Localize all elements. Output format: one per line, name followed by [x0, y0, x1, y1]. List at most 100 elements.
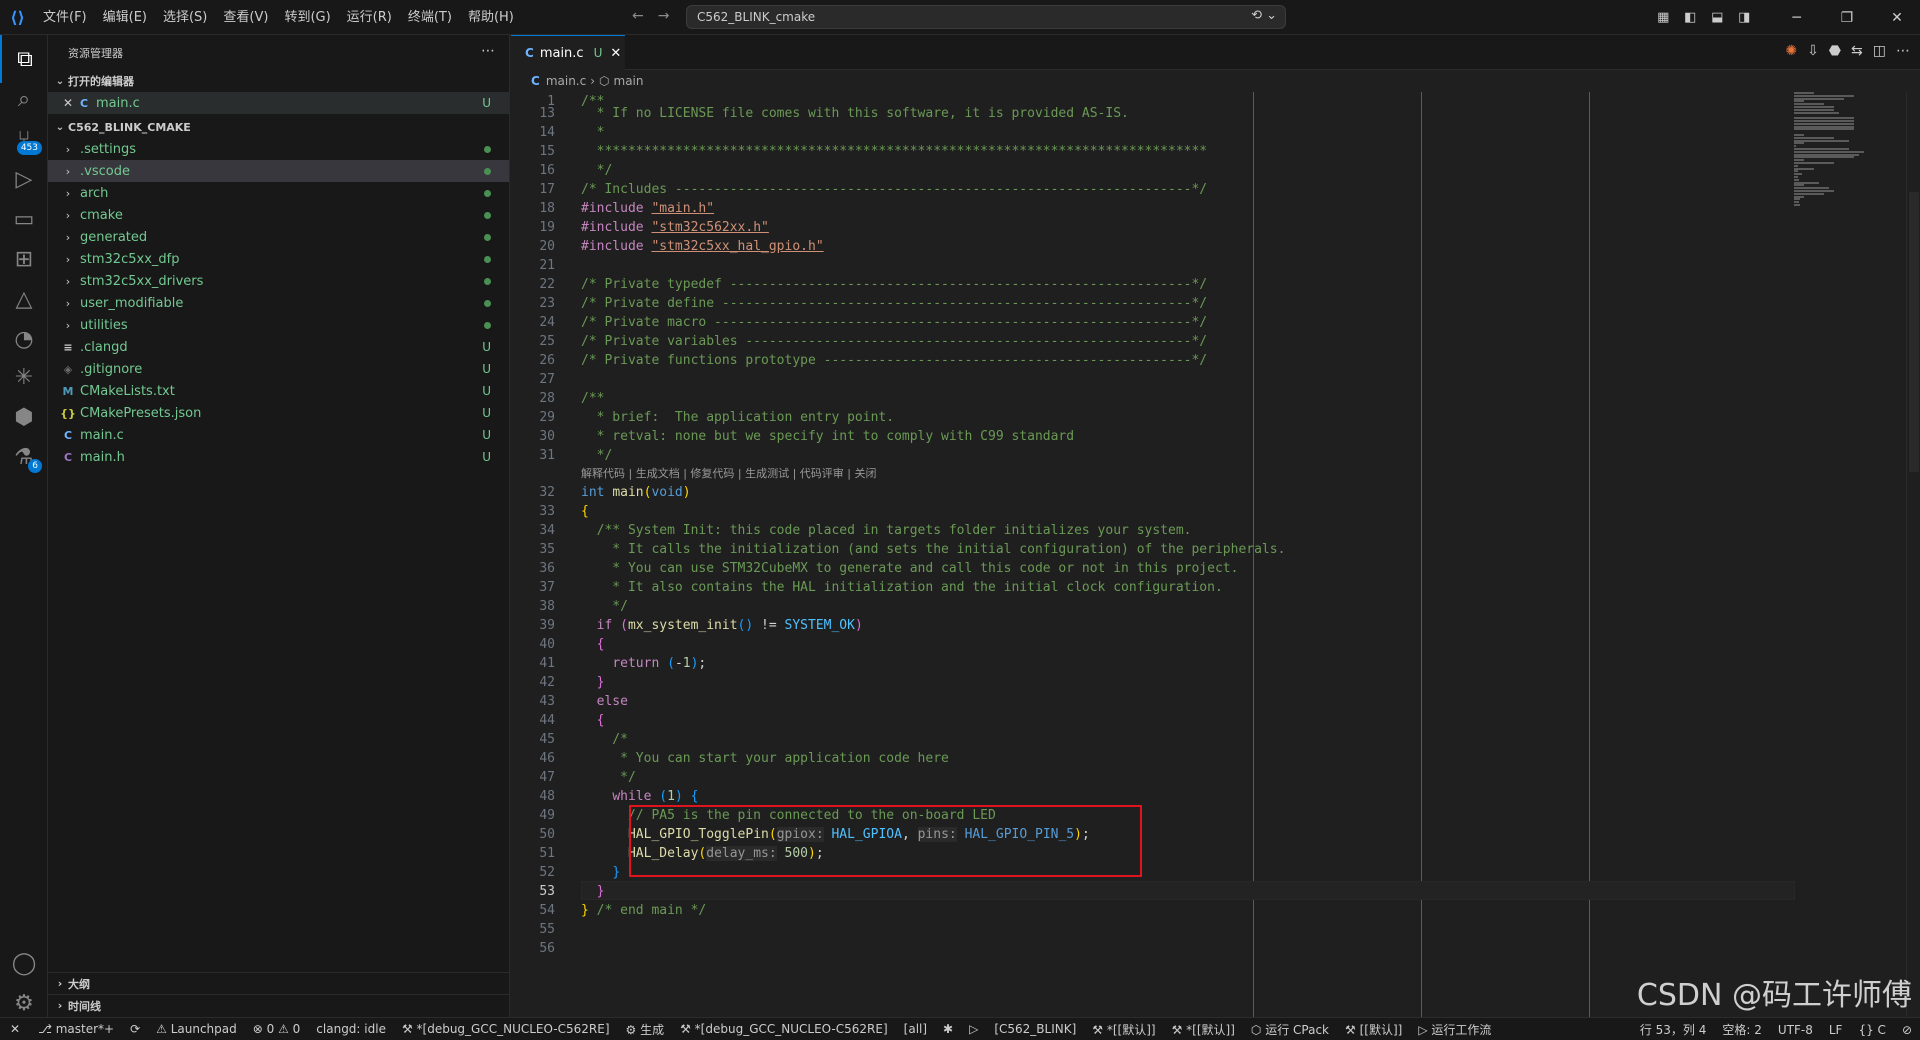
menu-edit[interactable]: 编辑(E)	[95, 0, 155, 35]
more-actions-icon[interactable]: ⋯	[1896, 43, 1910, 59]
file-item[interactable]: M CMakeLists.txt U	[48, 380, 509, 402]
close-icon[interactable]: ✕	[60, 96, 76, 110]
compare-icon[interactable]: ⇆	[1851, 43, 1863, 59]
status-item[interactable]: ⚒ *[[默认]]	[1084, 1021, 1163, 1038]
status-item[interactable]: 行 53，列 4	[1632, 1021, 1715, 1038]
status-item[interactable]: clangd: idle	[308, 1022, 394, 1036]
status-item[interactable]: ✕	[0, 1022, 31, 1036]
folder-item[interactable]: › cmake	[48, 204, 509, 226]
open-editor-item[interactable]: ✕ C main.c U	[48, 92, 509, 114]
status-item[interactable]: ⚙ 生成	[618, 1021, 673, 1038]
status-item[interactable]: LF	[1821, 1023, 1851, 1037]
status-item[interactable]: [C562_BLINK]	[986, 1022, 1084, 1036]
minimap[interactable]	[1792, 92, 1872, 212]
status-item[interactable]: ⬡ 运行 CPack	[1243, 1021, 1337, 1038]
status-item[interactable]: ▷ 运行工作流	[1410, 1021, 1499, 1038]
minimap-line	[1794, 181, 1819, 184]
toggle-panel-icon[interactable]: ⬓	[1704, 10, 1731, 25]
folder-item[interactable]: › .settings	[48, 138, 509, 160]
tree-item-label: main.c	[80, 427, 124, 443]
status-item[interactable]: ⚒ *[debug_GCC_NUCLEO-C562RE]	[672, 1022, 896, 1036]
minimap-line	[1794, 156, 1854, 159]
toggle-secondary-sidebar-icon[interactable]: ◨	[1731, 10, 1758, 25]
status-item[interactable]: ⚒ [[默认]]	[1337, 1021, 1410, 1038]
code-line: 55	[539, 922, 555, 937]
activity-badge: 6	[28, 459, 42, 473]
menu-view[interactable]: 查看(V)	[215, 0, 276, 35]
status-item[interactable]: ⚠ Launchpad	[148, 1022, 245, 1036]
status-item[interactable]: ▷	[961, 1022, 986, 1036]
project-label: C562_BLINK_CMAKE	[68, 120, 191, 134]
menu-go[interactable]: 转到(G)	[276, 0, 338, 35]
status-item[interactable]: ✱	[935, 1022, 961, 1036]
folder-item[interactable]: › user_modifiable	[48, 292, 509, 314]
breadcrumb-file[interactable]: main.c	[546, 74, 586, 88]
minimap-line	[1794, 195, 1804, 198]
file-item[interactable]: Cmain.c U	[48, 424, 509, 446]
close-window-button[interactable]: ✕	[1874, 10, 1920, 26]
file-item[interactable]: Cmain.h U	[48, 446, 509, 468]
status-item[interactable]: ⊘	[1894, 1023, 1920, 1037]
menu-help[interactable]: 帮助(H)	[460, 0, 522, 35]
project-section[interactable]: ⌄ C562_BLINK_CMAKE	[48, 116, 509, 138]
build-icon[interactable]: ⬣	[1829, 43, 1841, 59]
folder-item[interactable]: › stm32c5xx_dfp	[48, 248, 509, 270]
split-editor-icon[interactable]: ◫	[1873, 43, 1886, 59]
status-item[interactable]: UTF-8	[1770, 1023, 1821, 1037]
editor-actions: ✺ ⇩ ⬣ ⇆ ◫ ⋯	[1785, 43, 1910, 59]
menu-run[interactable]: 运行(R)	[339, 0, 400, 35]
folder-item[interactable]: › arch	[48, 182, 509, 204]
code-line: 21	[539, 258, 555, 273]
timeline-section[interactable]: › 时间线	[48, 994, 510, 1016]
customize-layout-icon[interactable]: ▦	[1650, 10, 1677, 25]
copilot-chat-icon[interactable]: ⟲ ⌄	[1251, 8, 1277, 23]
status-item[interactable]: {} C	[1850, 1023, 1893, 1037]
back-arrow-icon[interactable]: ←	[632, 8, 644, 24]
outline-section[interactable]: › 大纲	[48, 972, 510, 994]
restore-button[interactable]: ❐	[1824, 10, 1870, 26]
folder-item[interactable]: › stm32c5xx_drivers	[48, 270, 509, 292]
menu-selection[interactable]: 选择(S)	[155, 0, 215, 35]
sparkle-icon[interactable]: ✺	[1785, 43, 1797, 59]
status-item[interactable]: ⎇ master*+	[30, 1022, 122, 1036]
more-actions-icon[interactable]: ⋯	[481, 43, 495, 59]
toggle-sidebar-icon[interactable]: ◧	[1677, 10, 1704, 25]
status-item[interactable]: ⚒ *[debug_GCC_NUCLEO-C562RE]	[394, 1022, 618, 1036]
download-icon[interactable]: ⇩	[1807, 43, 1819, 59]
command-center[interactable]: C562_BLINK_cmake ⟲ ⌄	[686, 5, 1286, 29]
tree-item-label: .gitignore	[80, 361, 143, 377]
folder-item[interactable]: › utilities	[48, 314, 509, 336]
file-item[interactable]: ≡ .clangd U	[48, 336, 509, 358]
status-item[interactable]: ⚒ *[[默认]]	[1164, 1021, 1243, 1038]
folder-item[interactable]: › generated	[48, 226, 509, 248]
minimap-line	[1794, 128, 1854, 131]
sidebar-title: 资源管理器	[68, 46, 123, 60]
status-item[interactable]: [all]	[896, 1022, 935, 1036]
code-editor[interactable]: 1/** 13 * If no LICENSE file comes with …	[511, 92, 1920, 1017]
forward-arrow-icon[interactable]: →	[658, 8, 670, 24]
folder-item[interactable]: › .vscode	[48, 160, 509, 182]
codelens-actions[interactable]: 解释代码 | 生成文档 | 修复代码 | 生成测试 | 代码评审 | 关闭	[581, 465, 877, 482]
close-tab-icon[interactable]: ✕	[610, 46, 621, 61]
file-item[interactable]: ◈ .gitignore U	[48, 358, 509, 380]
status-item[interactable]: ⟳	[122, 1022, 148, 1036]
chevron-right-icon: ›	[65, 208, 71, 222]
menu-terminal[interactable]: 终端(T)	[400, 0, 460, 35]
flask-icon[interactable]: ⚗ 6	[0, 433, 48, 481]
file-item[interactable]: {} CMakePresets.json U	[48, 402, 509, 424]
minimize-button[interactable]: ─	[1774, 10, 1820, 26]
menu-file[interactable]: 文件(F)	[35, 0, 95, 35]
scrollbar-thumb[interactable]	[1909, 192, 1919, 472]
tab-main-c[interactable]: C main.c U ✕	[511, 35, 625, 70]
timeline-label: 时间线	[68, 999, 101, 1013]
tree-item-label: user_modifiable	[80, 295, 184, 311]
minimap-line	[1794, 117, 1854, 120]
breadcrumb: C main.c › ⬡ main	[511, 70, 1920, 92]
status-item[interactable]: ⊗ 0 ⚠ 0	[245, 1022, 309, 1036]
status-item[interactable]: 空格: 2	[1714, 1021, 1770, 1038]
code-line: 23/* Private define --------------------…	[539, 296, 1208, 311]
breadcrumb-symbol[interactable]: main	[614, 74, 644, 88]
file-type-icon: M	[62, 384, 74, 398]
vertical-scrollbar[interactable]	[1906, 92, 1920, 1017]
open-editors-section[interactable]: ⌄ 打开的编辑器	[48, 70, 509, 92]
